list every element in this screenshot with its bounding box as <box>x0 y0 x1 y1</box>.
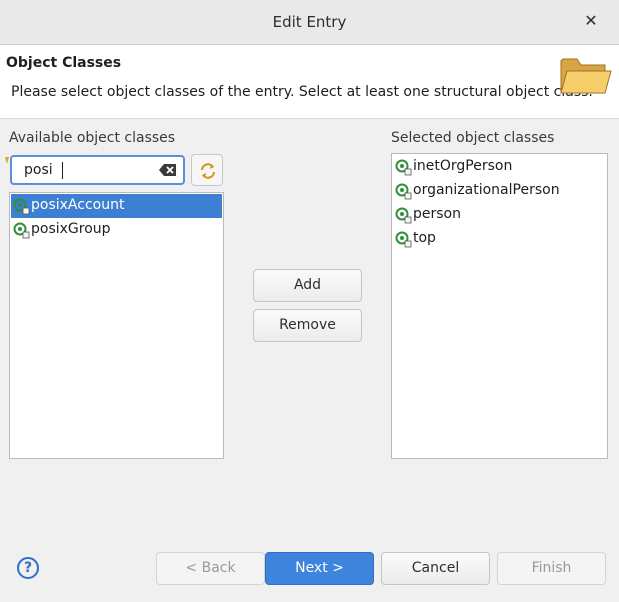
title-bar: Edit Entry ✕ <box>0 0 619 45</box>
finish-button[interactable]: Finish <box>497 552 606 585</box>
close-icon[interactable]: ✕ <box>581 11 601 31</box>
list-item-label: posixGroup <box>31 221 111 237</box>
page-title: Object Classes <box>6 55 122 71</box>
filter-input[interactable]: posi <box>10 155 185 185</box>
wizard-header: Object Classes Please select object clas… <box>0 45 619 119</box>
list-item[interactable]: posixAccount <box>11 194 222 218</box>
available-classes-list[interactable]: posixAccount posixGroup <box>9 192 224 459</box>
add-button[interactable]: Add <box>253 269 362 302</box>
selected-classes-label: Selected object classes <box>391 130 555 146</box>
remove-button[interactable]: Remove <box>253 309 362 342</box>
text-caret <box>62 162 63 179</box>
back-button[interactable]: < Back <box>156 552 265 585</box>
list-item-label: person <box>413 206 461 222</box>
list-item-label: organizationalPerson <box>413 182 560 198</box>
object-class-icon <box>395 183 412 200</box>
list-item-label: inetOrgPerson <box>413 158 513 174</box>
page-description: Please select object classes of the entr… <box>11 84 593 100</box>
help-icon[interactable]: ? <box>17 557 39 579</box>
list-item[interactable]: person <box>393 203 606 227</box>
object-class-icon <box>13 198 30 215</box>
list-item[interactable]: top <box>393 227 606 251</box>
list-item[interactable]: posixGroup <box>11 218 222 242</box>
object-class-icon <box>395 207 412 224</box>
available-classes-label: Available object classes <box>9 130 176 146</box>
object-class-icon <box>13 222 30 239</box>
sync-filter-button[interactable] <box>191 154 223 186</box>
window-title: Edit Entry <box>272 13 347 31</box>
list-item-label: posixAccount <box>31 197 125 213</box>
selected-classes-list[interactable]: inetOrgPerson organizationalPerson perso… <box>391 153 608 459</box>
list-item-label: top <box>413 230 436 246</box>
next-button[interactable]: Next > <box>265 552 374 585</box>
clear-text-icon[interactable] <box>159 163 177 177</box>
object-class-icon <box>395 159 412 176</box>
list-item[interactable]: organizationalPerson <box>393 179 606 203</box>
object-class-icon <box>395 231 412 248</box>
list-item[interactable]: inetOrgPerson <box>393 155 606 179</box>
cancel-button[interactable]: Cancel <box>381 552 490 585</box>
filter-input-value: posi <box>24 162 53 178</box>
folder-icon <box>557 49 613 99</box>
